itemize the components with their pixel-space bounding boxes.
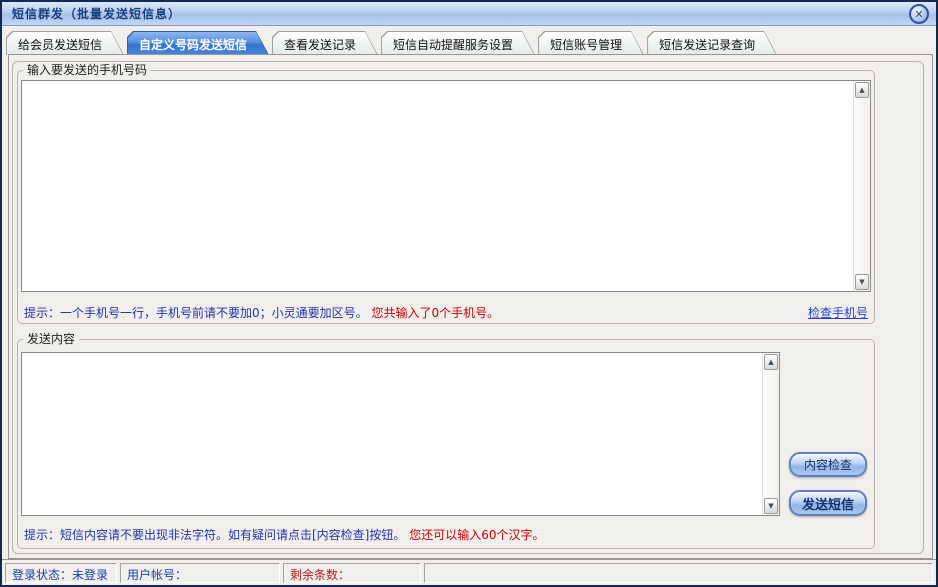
message-textarea-scrollbar[interactable]: ▲ ▼ — [762, 353, 779, 515]
remaining-count-status: 剩余条数： — [283, 563, 421, 583]
tab-page: 输入要发送的手机号码 ▲ ▼ 提示：一个手机号一行，手机号前请不要加0；小灵通要… — [8, 54, 933, 559]
scroll-down-button[interactable]: ▼ — [855, 274, 869, 290]
scroll-up-button[interactable]: ▲ — [764, 354, 778, 370]
tab-label: 查看发送记录 — [272, 31, 378, 53]
content-hint: 提示：短信内容请不要出现非法字符。如有疑问请点击[内容检查]按钮。 您还可以输入… — [24, 526, 544, 543]
phone-hint: 提示：一个手机号一行，手机号前请不要加0；小灵通要加区号。 您共输入了0个手机号… — [24, 304, 499, 321]
scroll-up-button[interactable]: ▲ — [855, 82, 869, 98]
title-bar: 短信群发（批量发送短信息） ✕ — [2, 2, 936, 26]
phone-groupbox-title: 输入要发送的手机号码 — [23, 63, 151, 78]
tab-label: 短信账号管理 — [538, 31, 644, 53]
tab-send-record-query[interactable]: 短信发送记录查询 — [647, 31, 777, 55]
login-status: 登录状态：未登录 — [5, 563, 117, 583]
tab-account-management[interactable]: 短信账号管理 — [538, 31, 644, 55]
phone-numbers-textarea-frame: ▲ ▼ — [21, 80, 871, 292]
chars-remaining-text: 您还可以输入60个汉字。 — [409, 528, 544, 542]
close-icon: ✕ — [914, 9, 923, 20]
tab-label: 短信自动提醒服务设置 — [381, 31, 535, 53]
tab-view-send-records[interactable]: 查看发送记录 — [272, 31, 378, 55]
scroll-down-icon: ▼ — [768, 503, 773, 510]
scroll-down-button[interactable]: ▼ — [764, 498, 778, 514]
message-textarea-frame: ▲ ▼ — [21, 352, 780, 516]
content-groupbox-title: 发送内容 — [23, 332, 79, 347]
window-title: 短信群发（批量发送短信息） — [12, 5, 181, 22]
status-bar: 登录状态：未登录 用户帐号： 剩余条数： — [2, 559, 936, 585]
phone-numbers-groupbox: 输入要发送的手机号码 ▲ ▼ 提示：一个手机号一行，手机号前请不要加0；小灵通要… — [17, 70, 875, 324]
phone-count-text: 您共输入了0个手机号。 — [371, 306, 499, 320]
user-account-status: 用户帐号： — [120, 563, 280, 583]
content-check-button[interactable]: 内容检查 — [789, 452, 867, 477]
check-phone-link[interactable]: 检查手机号 — [808, 304, 868, 321]
tab-custom-number-send[interactable]: 自定义号码发送短信 — [127, 31, 269, 55]
content-panel: 输入要发送的手机号码 ▲ ▼ 提示：一个手机号一行，手机号前请不要加0；小灵通要… — [12, 61, 924, 554]
tab-label: 短信发送记录查询 — [647, 31, 777, 53]
tab-strip: 给会员发送短信 自定义号码发送短信 查看发送记录 短信自动提醒服务设置 短信账号… — [6, 30, 932, 55]
phone-numbers-input[interactable] — [22, 81, 853, 291]
scroll-up-icon: ▲ — [768, 359, 773, 366]
phone-hint-text: 提示：一个手机号一行，手机号前请不要加0；小灵通要加区号。 — [24, 306, 368, 320]
scroll-up-icon: ▲ — [859, 87, 864, 94]
close-button[interactable]: ✕ — [909, 4, 929, 24]
scroll-down-icon: ▼ — [859, 279, 864, 286]
phone-textarea-scrollbar[interactable]: ▲ ▼ — [853, 81, 870, 291]
tab-auto-reminder-settings[interactable]: 短信自动提醒服务设置 — [381, 31, 535, 55]
tab-label: 自定义号码发送短信 — [127, 31, 269, 53]
content-hint-text: 提示：短信内容请不要出现非法字符。如有疑问请点击[内容检查]按钮。 — [24, 528, 405, 542]
message-content-input[interactable] — [22, 353, 762, 515]
tab-label: 给会员发送短信 — [6, 31, 124, 53]
message-content-groupbox: 发送内容 ▲ ▼ 内容检查 发送短信 提示：短信内容请不要出现 — [17, 339, 875, 549]
tab-send-to-members[interactable]: 给会员发送短信 — [6, 31, 124, 55]
send-sms-button[interactable]: 发送短信 — [789, 490, 867, 516]
status-extra-panel — [424, 563, 933, 583]
app-window: 短信群发（批量发送短信息） ✕ 给会员发送短信 自定义号码发送短信 查看发送记录… — [0, 0, 938, 587]
